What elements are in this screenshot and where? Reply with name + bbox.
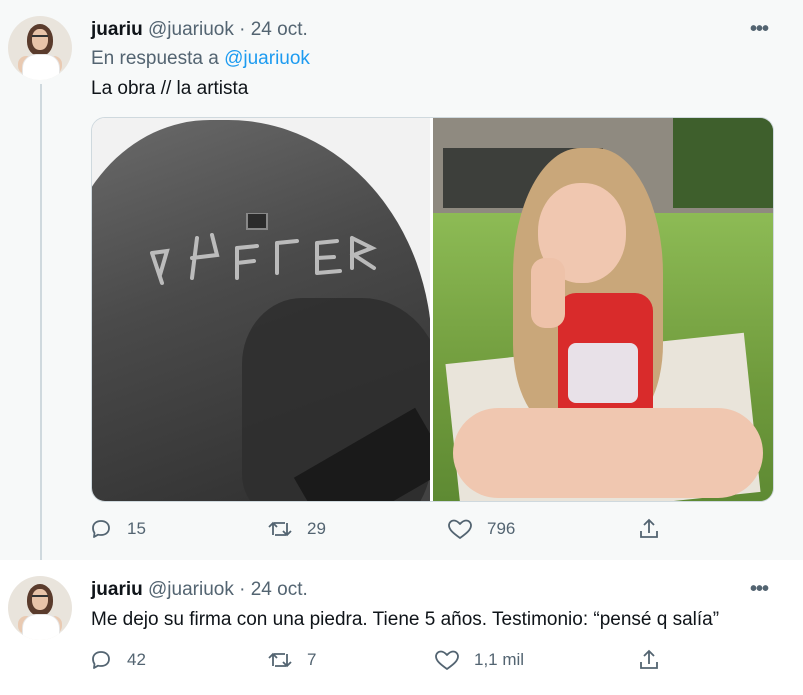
like-button[interactable]: 1,1 mil — [434, 648, 524, 672]
more-dots-icon[interactable]: ••• — [750, 18, 769, 41]
avatar[interactable] — [8, 16, 72, 80]
avatar-glasses — [32, 35, 48, 41]
tweet-date[interactable]: 24 oct. — [251, 19, 308, 40]
crossed-legs — [453, 408, 763, 498]
retweet-button[interactable]: 29 — [267, 517, 326, 541]
retweet-icon — [268, 521, 292, 537]
user-handle[interactable]: @juariuok — [148, 19, 234, 40]
reply-handle-link[interactable]: @juariuok — [224, 48, 310, 69]
retweet-icon — [268, 652, 292, 668]
retweet-count: 7 — [307, 650, 317, 669]
display-name[interactable]: juariu — [91, 579, 143, 600]
tweet-header: juariu @juariuok · 24 oct. — [91, 19, 308, 41]
avatar[interactable] — [8, 576, 72, 640]
share-button[interactable] — [637, 648, 661, 672]
heart-icon — [435, 650, 459, 670]
heart-icon — [448, 519, 472, 539]
peace-sign-hand — [531, 258, 565, 328]
like-count: 796 — [487, 519, 516, 538]
scratched-signature — [150, 213, 377, 285]
reply-context: En respuesta a @juariuok — [91, 48, 310, 70]
swimsuit-print — [568, 343, 638, 403]
thread-connector — [40, 84, 42, 570]
tweet-text: La obra // la artista — [91, 78, 249, 99]
tweet-text: Me dejo su firma con una piedra. Tiene 5… — [91, 609, 720, 630]
user-handle[interactable]: @juariuok — [148, 579, 234, 600]
reply-prefix: En respuesta a — [91, 48, 219, 69]
tweet-1[interactable]: juariu @juariuok · 24 oct. ••• En respue… — [0, 0, 803, 570]
more-dots-icon[interactable]: ••• — [750, 578, 769, 601]
avatar-glasses — [32, 595, 48, 601]
trees — [673, 118, 773, 208]
tweet-media[interactable] — [91, 117, 774, 502]
tweet-date[interactable]: 24 oct. — [251, 579, 308, 600]
separator: · — [239, 19, 246, 40]
retweet-count: 29 — [307, 519, 326, 538]
reply-icon — [92, 651, 110, 669]
reply-button[interactable]: 42 — [89, 648, 146, 672]
avatar-top — [22, 614, 60, 640]
car-hood-photo[interactable] — [92, 118, 430, 501]
reply-count: 15 — [127, 519, 146, 538]
like-button[interactable]: 796 — [447, 517, 515, 541]
tweet-2[interactable]: juariu @juariuok · 24 oct. ••• Me dejo s… — [0, 560, 803, 695]
share-icon — [640, 518, 658, 538]
like-count: 1,1 mil — [474, 650, 525, 669]
girl-on-lawn-photo[interactable] — [433, 118, 773, 501]
display-name[interactable]: juariu — [91, 19, 143, 40]
reply-button[interactable]: 15 — [89, 517, 146, 541]
tweet-actions: 42 7 1,1 mil — [89, 648, 689, 678]
tweet-actions: 15 29 796 — [89, 517, 689, 547]
separator: · — [239, 579, 246, 600]
retweet-button[interactable]: 7 — [267, 648, 316, 672]
share-button[interactable] — [637, 517, 661, 541]
share-icon — [640, 649, 658, 669]
reply-count: 42 — [127, 650, 146, 669]
tweet-header: juariu @juariuok · 24 oct. — [91, 579, 308, 601]
avatar-top — [22, 54, 60, 80]
reply-icon — [92, 520, 110, 538]
